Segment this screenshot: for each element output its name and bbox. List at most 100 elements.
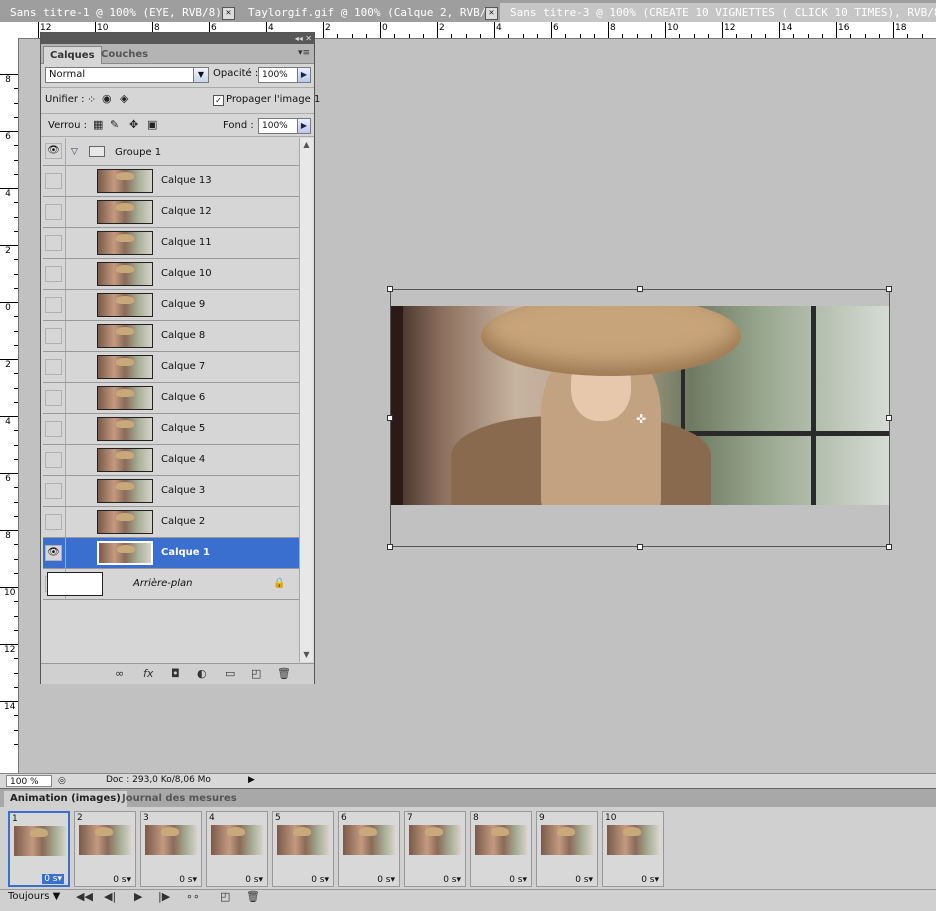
frame-delay[interactable]: 0 s▾ — [311, 875, 329, 885]
lock-position-icon[interactable]: ✥ — [129, 119, 138, 131]
animation-frame[interactable]: 60 s▾ — [338, 811, 400, 887]
unify-position-icon[interactable]: ⁘ — [87, 94, 96, 106]
reference-point-icon[interactable]: ✜ — [636, 414, 646, 424]
animation-frame[interactable]: 80 s▾ — [470, 811, 532, 887]
blend-mode-select[interactable]: Normal ▼ — [45, 67, 209, 83]
ruler-corner[interactable] — [0, 22, 19, 39]
animation-frame[interactable]: 90 s▾ — [536, 811, 598, 887]
trash-icon[interactable]: 🗑 — [277, 667, 291, 680]
frame-delay[interactable]: 0 s▾ — [641, 875, 659, 885]
animation-frame[interactable]: 10 s▾ — [8, 811, 70, 887]
animation-frame[interactable]: 100 s▾ — [602, 811, 664, 887]
transform-handle-top-right[interactable] — [886, 286, 892, 292]
transform-handle-bottom[interactable] — [637, 544, 643, 550]
tab-calques[interactable]: Calques — [43, 46, 102, 64]
layer-group-1[interactable]: 👁 ▽ Groupe 1 — [43, 138, 299, 166]
frame-delay[interactable]: 0 s▾ — [245, 875, 263, 885]
visibility-toggle[interactable] — [45, 452, 62, 468]
propagate-checkbox[interactable]: ✓ — [213, 95, 224, 106]
close-icon[interactable]: ✕ — [222, 7, 235, 20]
layer-row[interactable]: Calque 8 — [43, 321, 299, 352]
animation-frame[interactable]: 40 s▾ — [206, 811, 268, 887]
collapse-icon[interactable]: ◂◂ ✕ — [295, 33, 312, 44]
transform-handle-left[interactable] — [387, 415, 393, 421]
visibility-toggle[interactable] — [45, 421, 62, 437]
new-group-icon[interactable]: ▭ — [225, 667, 235, 680]
visibility-toggle[interactable] — [45, 297, 62, 313]
tab-sans-titre-3[interactable]: Sans titre-3 @ 100% (CREATE 10 VIGNETTES… — [500, 3, 936, 22]
layer-row[interactable]: Calque 11 — [43, 228, 299, 259]
animation-frame[interactable]: 20 s▾ — [74, 811, 136, 887]
panel-menu-icon[interactable]: ▾≡ — [298, 48, 310, 58]
animation-frame[interactable]: 30 s▾ — [140, 811, 202, 887]
animation-frame[interactable]: 50 s▾ — [272, 811, 334, 887]
zoom-input[interactable]: 100 % — [6, 775, 52, 787]
tab-sans-titre-1[interactable]: Sans titre-1 @ 100% (EYE, RVB/8) * ✕ — [0, 3, 238, 22]
layer-row[interactable]: Calque 4 — [43, 445, 299, 476]
loop-select[interactable]: Toujours ▼ — [8, 891, 60, 902]
layer-row[interactable]: Calque 2 — [43, 507, 299, 538]
close-icon[interactable]: ✕ — [485, 7, 498, 20]
visibility-toggle[interactable] — [45, 204, 62, 220]
transform-handle-top-left[interactable] — [387, 286, 393, 292]
collapse-triangle-icon[interactable]: ▽ — [71, 147, 78, 157]
animation-frame[interactable]: 70 s▾ — [404, 811, 466, 887]
transform-handle-right[interactable] — [886, 415, 892, 421]
lock-transparency-icon[interactable]: ▦ — [93, 119, 103, 131]
fx-icon[interactable]: fx — [143, 667, 153, 680]
visibility-toggle[interactable] — [45, 235, 62, 251]
tab-taylorgif[interactable]: Taylorgif.gif @ 100% (Calque 2, RVB/8) *… — [238, 3, 500, 22]
unify-visibility-icon[interactable]: ◉ — [102, 93, 112, 105]
fill-input[interactable]: 100% — [258, 118, 298, 134]
fill-slider-arrow-icon[interactable]: ▶ — [297, 118, 311, 134]
adjustment-layer-icon[interactable]: ◐ — [197, 667, 207, 680]
layer-row[interactable]: Calque 13 — [43, 166, 299, 197]
panel-title-bar[interactable]: ◂◂ ✕ — [41, 33, 314, 44]
tab-couches[interactable]: Couches — [95, 46, 154, 63]
chevron-down-icon[interactable]: ▼ — [193, 68, 208, 82]
first-frame-icon[interactable]: ◀◀ — [76, 890, 93, 903]
layer-row[interactable]: Calque 12 — [43, 197, 299, 228]
layer-row[interactable]: Calque 9 — [43, 290, 299, 321]
tween-icon[interactable]: ∘∘ — [186, 890, 200, 903]
tab-measurement-log[interactable]: Journal des mesures — [116, 791, 243, 807]
tab-animation[interactable]: Animation (images) — [4, 791, 127, 807]
layer-row[interactable]: 👁Calque 1 — [43, 538, 299, 569]
zoom-preview-icon[interactable]: ◎ — [58, 775, 66, 787]
scroll-down-icon[interactable]: ▼ — [300, 648, 313, 662]
visibility-toggle[interactable] — [45, 514, 62, 530]
visibility-toggle[interactable] — [45, 483, 62, 499]
unify-style-icon[interactable]: ◈ — [120, 93, 128, 105]
layer-row[interactable]: Calque 6 — [43, 383, 299, 414]
layer-row[interactable]: Calque 7 — [43, 352, 299, 383]
visibility-toggle[interactable] — [45, 328, 62, 344]
play-icon[interactable]: ▶ — [134, 890, 142, 903]
visibility-toggle[interactable] — [45, 359, 62, 375]
mask-icon[interactable]: ◘ — [171, 667, 180, 680]
transform-handle-bottom-left[interactable] — [387, 544, 393, 550]
layer-row[interactable]: Calque 3 — [43, 476, 299, 507]
new-layer-icon[interactable]: ◰ — [251, 667, 261, 680]
prev-frame-icon[interactable]: ◀| — [104, 890, 116, 903]
opacity-slider-arrow-icon[interactable]: ▶ — [297, 67, 311, 83]
scroll-up-icon[interactable]: ▲ — [300, 138, 313, 152]
frame-delay[interactable]: 0 s▾ — [509, 875, 527, 885]
transform-handle-bottom-right[interactable] — [886, 544, 892, 550]
visibility-toggle[interactable] — [45, 173, 62, 189]
frame-delay[interactable]: 0 s▾ — [42, 874, 64, 884]
frame-delay[interactable]: 0 s▾ — [377, 875, 395, 885]
duplicate-frame-icon[interactable]: ◰ — [220, 890, 230, 903]
trash-icon[interactable]: 🗑 — [246, 890, 260, 903]
frame-delay[interactable]: 0 s▾ — [113, 875, 131, 885]
status-menu-arrow-icon[interactable]: ▶ — [248, 775, 255, 785]
layer-row[interactable]: Calque 10 — [43, 259, 299, 290]
ruler-vertical[interactable]: 864202468101214 — [0, 38, 19, 773]
frame-delay[interactable]: 0 s▾ — [443, 875, 461, 885]
next-frame-icon[interactable]: |▶ — [158, 890, 170, 903]
lock-all-icon[interactable]: ▣ — [147, 119, 157, 131]
lock-pixels-icon[interactable]: ✎ — [110, 119, 119, 131]
eye-icon[interactable]: 👁 — [45, 143, 62, 159]
link-layers-icon[interactable]: ∞ — [115, 667, 124, 680]
eye-icon[interactable]: 👁 — [45, 545, 62, 561]
opacity-input[interactable]: 100% — [258, 67, 298, 83]
